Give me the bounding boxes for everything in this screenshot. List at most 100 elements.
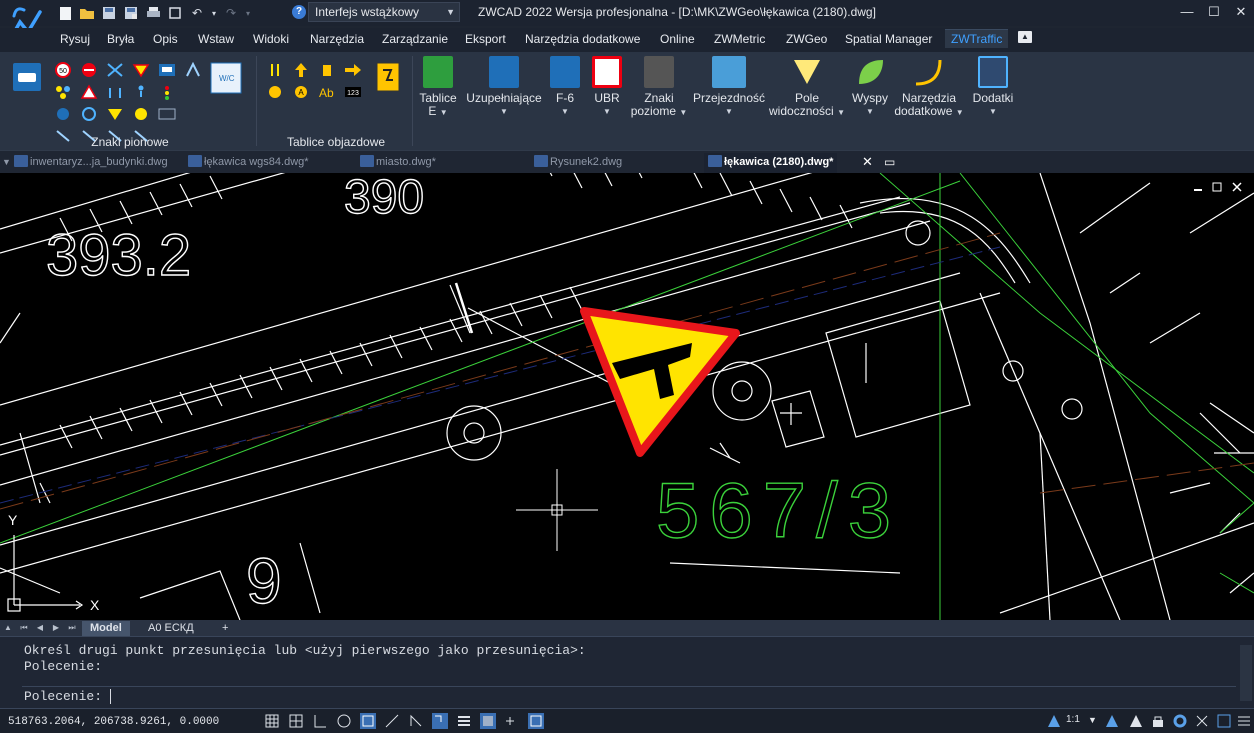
circle-a-icon[interactable]: A bbox=[292, 84, 310, 100]
help-icon[interactable]: ? bbox=[292, 5, 306, 19]
add-layout-button[interactable]: + bbox=[214, 621, 236, 636]
open-icon[interactable] bbox=[78, 4, 96, 22]
minimize-button[interactable]: — bbox=[1173, 0, 1201, 24]
tab-widoki[interactable]: Widoki bbox=[253, 32, 289, 46]
dynamic-ucs-icon[interactable] bbox=[408, 713, 424, 729]
viewport-minimize-icon[interactable] bbox=[1194, 189, 1202, 191]
tab-wstaw[interactable]: Wstaw bbox=[198, 32, 234, 46]
warning-sign-icon[interactable] bbox=[80, 84, 98, 100]
tab-eksport[interactable]: Eksport bbox=[465, 32, 506, 46]
pole-widocznosci-button[interactable]: Pole widoczności ▼ bbox=[769, 56, 845, 119]
tab-zwmetric[interactable]: ZWMetric bbox=[714, 32, 765, 46]
doc-tab[interactable]: inwentaryz...ja_budynki.dwg bbox=[14, 153, 168, 173]
tab-zwtraffic[interactable]: ZWTraffic bbox=[945, 29, 1009, 48]
dynamic-input-icon[interactable] bbox=[432, 713, 448, 729]
range-km-icon[interactable] bbox=[158, 106, 176, 122]
tab-zwgeo[interactable]: ZWGeo bbox=[786, 32, 827, 46]
ribbon-collapse-icon[interactable]: ▲ bbox=[1018, 31, 1032, 43]
undo-dropdown-icon[interactable]: ▾ bbox=[210, 4, 218, 22]
polar-icon[interactable] bbox=[336, 713, 352, 729]
roundabout-icon[interactable] bbox=[80, 106, 98, 122]
save-icon[interactable] bbox=[100, 4, 118, 22]
bus-sign-icon[interactable] bbox=[158, 62, 176, 78]
grid-icon[interactable] bbox=[264, 713, 280, 729]
no-entry-icon[interactable] bbox=[80, 62, 98, 78]
redo-dropdown-icon[interactable]: ▾ bbox=[244, 4, 252, 22]
print-icon[interactable] bbox=[144, 4, 162, 22]
close-tab-icon[interactable]: ✕ bbox=[862, 153, 873, 173]
speed-limit-icon[interactable]: 50 bbox=[54, 62, 72, 78]
tab-narzedzia-dodatkowe[interactable]: Narzędzia dodatkowe bbox=[525, 32, 640, 46]
annotation-visibility-icon[interactable] bbox=[1104, 713, 1120, 729]
annotation-scale-value[interactable]: 1:1 bbox=[1066, 714, 1080, 725]
detour-board-icon[interactable] bbox=[376, 62, 400, 92]
transparency-icon[interactable] bbox=[480, 713, 496, 729]
przejezdnosc-button[interactable]: Przejezdność ▼ bbox=[692, 56, 766, 118]
redo-icon[interactable]: ↷ bbox=[222, 4, 240, 22]
pedestrian-icon[interactable] bbox=[132, 84, 150, 100]
tab-zarzadzanie[interactable]: Zarządzanie bbox=[382, 32, 448, 46]
signal-icon[interactable] bbox=[158, 84, 176, 100]
next-tab-icon[interactable]: ▶ bbox=[50, 622, 62, 634]
wc-sign-icon[interactable]: W/C bbox=[210, 62, 242, 94]
ab-text-icon[interactable]: Ab bbox=[318, 84, 336, 100]
number-icon[interactable]: 123 bbox=[344, 84, 362, 100]
save-as-icon[interactable] bbox=[122, 4, 140, 22]
snap-icon[interactable] bbox=[288, 713, 304, 729]
fit-icon[interactable] bbox=[166, 4, 184, 22]
arrows-icon[interactable] bbox=[106, 84, 124, 100]
drawing-canvas[interactable]: 393.2 390 567/3 9 X Y bbox=[0, 173, 1254, 620]
znaki-poziome-button[interactable]: Znaki poziome ▼ bbox=[630, 56, 688, 119]
dodatki-button[interactable]: Dodatki ▼ bbox=[970, 56, 1016, 118]
first-tab-icon[interactable]: ⏮ bbox=[18, 622, 30, 634]
doc-tab-active[interactable]: łękawica (2180).dwg* bbox=[704, 153, 838, 173]
tab-rysuj[interactable]: Rysuj bbox=[60, 32, 90, 46]
annotation-monitor-icon[interactable] bbox=[528, 713, 544, 729]
annotation-scale-icon[interactable] bbox=[1046, 713, 1062, 729]
tab-online[interactable]: Online bbox=[660, 32, 695, 46]
chevron-down-icon[interactable]: ▼ bbox=[1088, 715, 1097, 725]
maximize-button[interactable]: ☐ bbox=[1200, 0, 1228, 24]
yield-sign-icon[interactable] bbox=[580, 307, 740, 457]
doc-tab[interactable]: miasto.dwg* bbox=[360, 153, 436, 173]
ortho-icon[interactable] bbox=[312, 713, 328, 729]
arrow-right-icon[interactable] bbox=[344, 62, 362, 78]
f6-button[interactable]: F-6 ▼ bbox=[546, 56, 584, 118]
lock-icon[interactable] bbox=[1150, 713, 1166, 729]
new-tab-icon[interactable]: ▭ bbox=[884, 153, 895, 173]
osnap-icon[interactable] bbox=[360, 713, 376, 729]
scroll-up-icon[interactable]: ▲ bbox=[2, 622, 14, 634]
last-tab-icon[interactable]: ⏭ bbox=[66, 622, 78, 634]
tab-layout-a0[interactable]: A0 ЕСКД bbox=[140, 621, 202, 636]
car-sign-icon[interactable] bbox=[12, 62, 42, 92]
tablice-e-button[interactable]: Tablice E ▼ bbox=[417, 56, 459, 119]
tab-spatial-manager[interactable]: Spatial Manager bbox=[845, 32, 932, 46]
doc-tab[interactable]: łękawica wgs84.dwg* bbox=[188, 153, 309, 173]
new-icon[interactable] bbox=[56, 4, 74, 22]
command-scrollbar[interactable] bbox=[1240, 645, 1252, 701]
tab-narzedzia[interactable]: Narzędzia bbox=[310, 32, 364, 46]
auto-scale-icon[interactable] bbox=[1128, 713, 1144, 729]
viewport-close-icon[interactable] bbox=[1232, 182, 1242, 192]
workspace-select[interactable]: Interfejs wstążkowy ▼ bbox=[308, 2, 460, 22]
tab-bryla[interactable]: Bryła bbox=[107, 32, 134, 46]
arrow-up-icon[interactable] bbox=[292, 62, 310, 78]
narzedzia-dodatkowe-button[interactable]: Narzędzia dodatkowe ▼ bbox=[894, 56, 964, 119]
lane-sign-icon[interactable] bbox=[184, 62, 202, 78]
selection-cycling-icon[interactable] bbox=[504, 713, 520, 729]
uzupelniajace-button[interactable]: Uzupełniające ▼ bbox=[465, 56, 543, 118]
doc-tab[interactable]: Rysunek2.dwg bbox=[534, 153, 622, 173]
tab-model[interactable]: Model bbox=[82, 621, 130, 636]
command-input[interactable]: Polecenie: bbox=[22, 686, 1236, 706]
undo-icon[interactable]: ↶ bbox=[188, 4, 206, 22]
dot-icon[interactable] bbox=[266, 84, 284, 100]
ubr-button[interactable]: UBR ▼ bbox=[588, 56, 626, 118]
figure-icon[interactable] bbox=[318, 62, 336, 78]
direction-icon[interactable] bbox=[54, 106, 72, 122]
customize-menu-icon[interactable] bbox=[1236, 713, 1252, 729]
distance-icon[interactable] bbox=[132, 106, 150, 122]
wyspy-button[interactable]: Wyspy ▼ bbox=[850, 56, 890, 118]
settings-gear-icon[interactable] bbox=[1172, 713, 1188, 729]
tab-menu-icon[interactable]: ▼ bbox=[2, 153, 11, 173]
close-button[interactable]: ✕ bbox=[1227, 0, 1254, 24]
